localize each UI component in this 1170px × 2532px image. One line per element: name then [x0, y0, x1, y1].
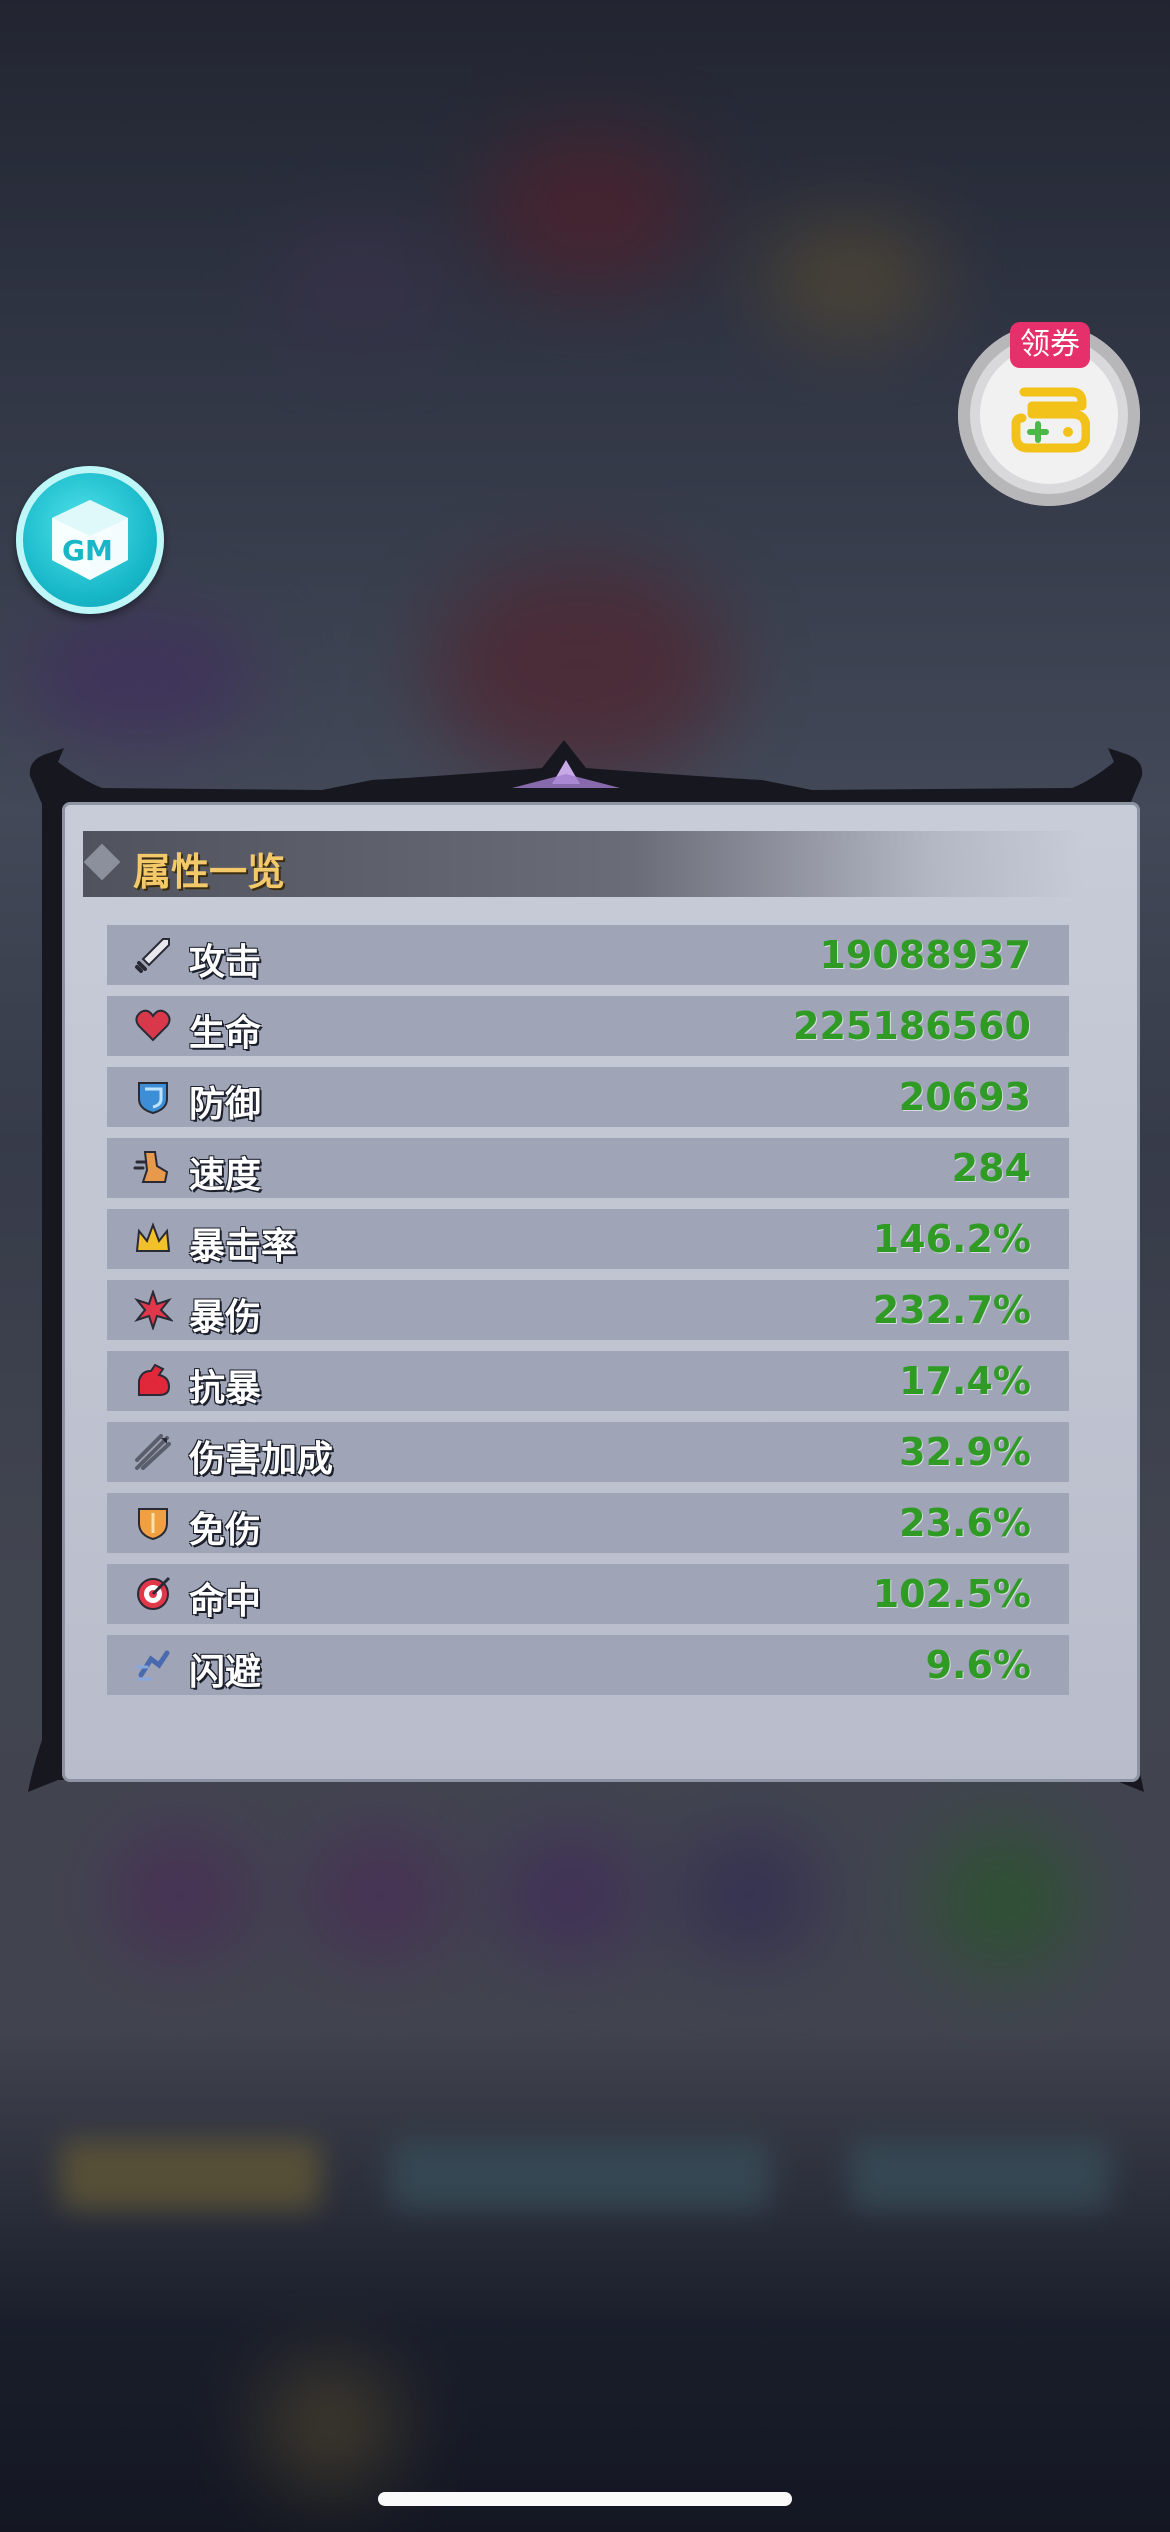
stat-label: 攻击: [189, 942, 262, 983]
home-indicator[interactable]: [378, 2492, 792, 2506]
stat-value: 284: [951, 1146, 1031, 1190]
stat-row-defense: 防御 20693: [107, 1067, 1069, 1127]
stat-value: 146.2%: [872, 1217, 1031, 1261]
stat-value: 102.5%: [872, 1572, 1031, 1616]
stat-row-accuracy: 命中 102.5%: [107, 1564, 1069, 1624]
target-icon: [137, 1576, 171, 1610]
stat-row-crit-damage: 暴伤 232.7%: [107, 1280, 1069, 1340]
stat-value: 32.9%: [899, 1430, 1031, 1474]
arrows-icon: [135, 1434, 171, 1470]
stat-value: 17.4%: [899, 1359, 1031, 1403]
stat-label: 速度: [189, 1155, 262, 1196]
stat-value: 9.6%: [925, 1643, 1031, 1687]
stat-value: 23.6%: [899, 1501, 1031, 1545]
attribute-panel: 属性一览 攻击 19088937 生命 225186560 防御 20693 速…: [22, 740, 1150, 1798]
stat-label: 命中: [189, 1581, 262, 1622]
stat-row-hp: 生命 225186560: [107, 996, 1069, 1056]
stat-value: 225186560: [793, 1004, 1031, 1048]
gm-button[interactable]: GM: [16, 466, 164, 614]
stat-label: 伤害加成: [189, 1439, 334, 1480]
dodge-icon: [135, 1650, 170, 1681]
coupon-tag: 领券: [1010, 322, 1090, 368]
gm-cube-icon: GM: [52, 500, 128, 580]
stat-label: 生命: [189, 1013, 262, 1054]
stat-label: 暴伤: [189, 1297, 262, 1338]
stat-label: 闪避: [189, 1652, 262, 1693]
sword-icon: [135, 938, 170, 973]
panel-header: 属性一览: [83, 831, 1083, 897]
stat-label: 免伤: [189, 1510, 262, 1551]
stat-value: 232.7%: [872, 1288, 1031, 1332]
header-diamond-icon: [83, 843, 121, 881]
guard-icon: [138, 1508, 168, 1541]
stat-row-crit-rate: 暴击率 146.2%: [107, 1209, 1069, 1269]
panel-title: 属性一览: [133, 850, 286, 894]
stat-row-damage-reduction: 免伤 23.6%: [107, 1493, 1069, 1553]
burst-icon: [134, 1290, 173, 1330]
stat-row-damage-bonus: 伤害加成 32.9%: [107, 1422, 1069, 1482]
stat-row-speed: 速度 284: [107, 1138, 1069, 1198]
stat-row-crit-resist: 抗暴 17.4%: [107, 1351, 1069, 1411]
stat-label: 抗暴: [189, 1368, 262, 1409]
svg-text:GM: GM: [62, 534, 113, 567]
boot-icon: [133, 1151, 169, 1183]
attribute-panel-body: 属性一览 攻击 19088937 生命 225186560 防御 20693 速…: [62, 802, 1140, 1782]
heart-icon: [135, 1009, 171, 1042]
stat-value: 19088937: [819, 933, 1031, 977]
stat-label: 暴击率: [189, 1226, 298, 1267]
stat-label: 防御: [189, 1084, 262, 1125]
gamepad-icon: [1011, 387, 1090, 453]
crown-icon: [135, 1222, 171, 1252]
muscle-icon: [138, 1363, 171, 1396]
stat-row-dodge: 闪避 9.6%: [107, 1635, 1069, 1695]
stat-value: 20693: [898, 1075, 1031, 1119]
shield-icon: [138, 1082, 168, 1115]
stat-row-attack: 攻击 19088937: [107, 925, 1069, 985]
coupon-button[interactable]: 领券: [958, 322, 1140, 506]
